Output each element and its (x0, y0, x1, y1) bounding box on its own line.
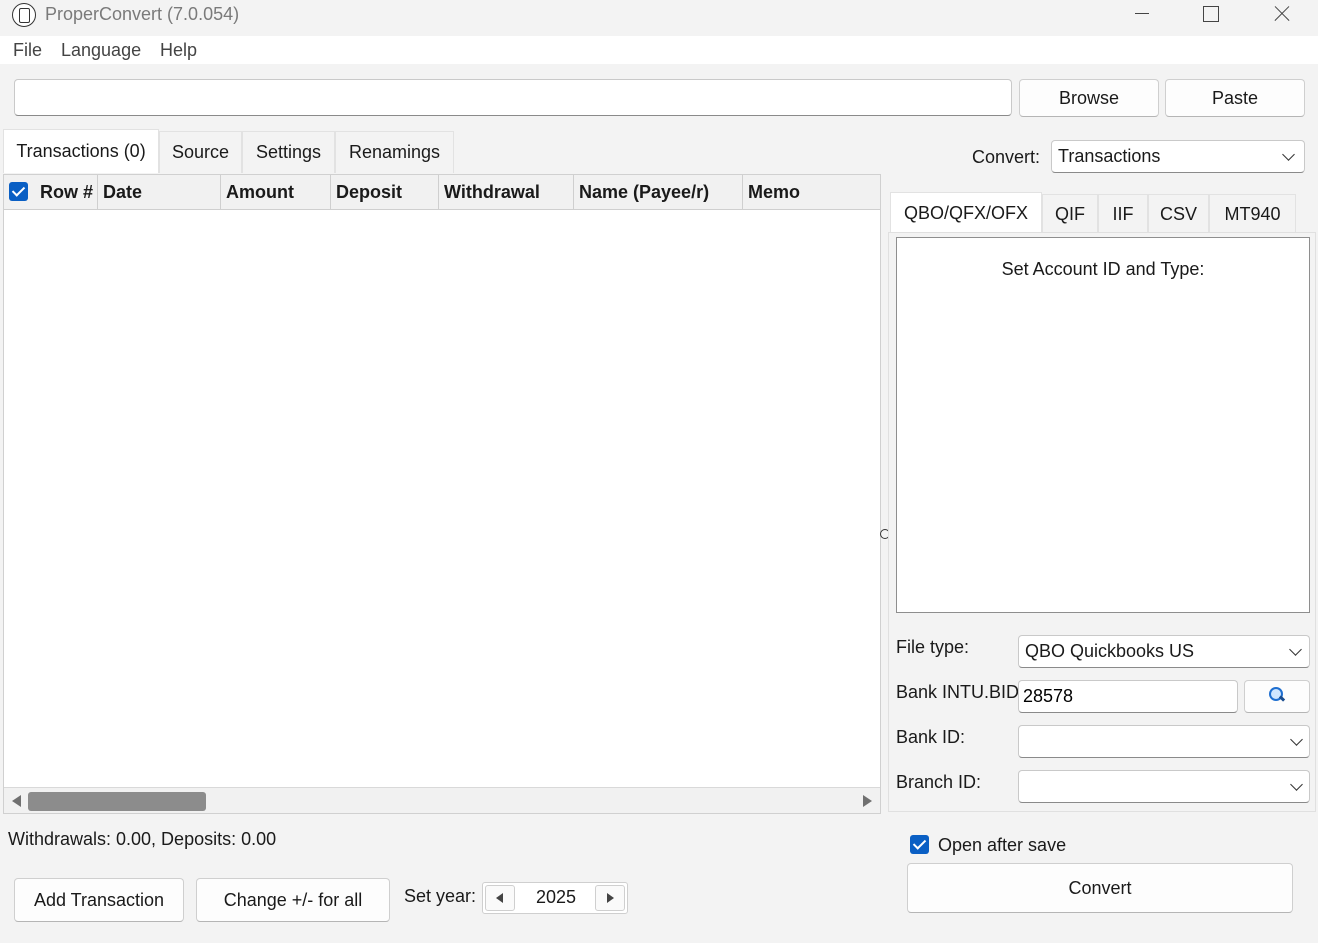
browse-button[interactable]: Browse (1019, 79, 1159, 117)
minimize-button[interactable] (1112, 0, 1172, 30)
menu-file[interactable]: File (13, 40, 42, 61)
convert-label: Convert: (972, 147, 1041, 167)
column-header-date[interactable]: Date (98, 175, 221, 209)
column-header-row[interactable]: Row # (35, 175, 98, 209)
select-all-checkbox[interactable] (9, 182, 28, 201)
menu-bar: File Language Help (0, 36, 1318, 64)
change-sign-button[interactable]: Change +/- for all (196, 878, 390, 922)
tab-iif[interactable]: IIF (1098, 194, 1148, 234)
set-year-label: Set year: (404, 886, 477, 906)
year-stepper[interactable]: 2025 (482, 882, 628, 914)
paste-button[interactable]: Paste (1165, 79, 1305, 117)
triangle-left-icon (496, 893, 503, 903)
branch-id-label: Branch ID: (896, 772, 982, 792)
transactions-grid[interactable]: Row # Date Amount Deposit Withdrawal Nam… (3, 174, 881, 814)
bank-intu-input[interactable] (1018, 680, 1238, 713)
add-transaction-button[interactable]: Add Transaction (14, 878, 184, 922)
tab-renamings[interactable]: Renamings (335, 131, 454, 173)
chevron-down-icon (1290, 778, 1303, 791)
scrollbar-thumb[interactable] (28, 792, 206, 811)
year-value: 2025 (535, 887, 577, 907)
app-logo-icon (12, 3, 36, 27)
totals-status: Withdrawals: 0.00, Deposits: 0.00 (8, 829, 277, 849)
open-after-save-checkbox[interactable] (910, 835, 929, 854)
account-id-title: Set Account ID and Type: (1001, 259, 1205, 279)
year-decrement-button[interactable] (485, 885, 515, 911)
triangle-right-icon (607, 893, 614, 903)
magnifier-icon (1268, 686, 1284, 702)
column-header-memo[interactable]: Memo (743, 175, 880, 209)
maximize-button[interactable] (1180, 0, 1240, 30)
column-header-withdrawal[interactable]: Withdrawal (439, 175, 574, 209)
column-header-name[interactable]: Name (Payee/r) (574, 175, 743, 209)
bank-id-label: Bank ID: (896, 727, 966, 747)
open-after-save-label[interactable]: Open after save (938, 835, 1066, 856)
grid-header: Row # Date Amount Deposit Withdrawal Nam… (4, 175, 880, 210)
convert-type-select[interactable]: Transactions (1051, 140, 1305, 173)
close-button[interactable] (1251, 0, 1311, 30)
horizontal-scrollbar[interactable] (4, 787, 880, 813)
file-type-select[interactable]: QBO Quickbooks US (1018, 635, 1310, 668)
convert-type-value: Transactions (1058, 146, 1161, 166)
file-type-label: File type: (896, 637, 970, 657)
menu-language[interactable]: Language (61, 40, 141, 61)
tab-mt940[interactable]: MT940 (1209, 194, 1296, 234)
bank-id-combo[interactable] (1018, 725, 1310, 758)
column-header-amount[interactable]: Amount (221, 175, 331, 209)
tab-qif[interactable]: QIF (1042, 194, 1098, 234)
chevron-down-icon (1282, 148, 1295, 161)
scroll-left-icon[interactable] (12, 795, 21, 807)
scroll-right-icon[interactable] (863, 795, 872, 807)
chevron-down-icon (1289, 643, 1302, 656)
tab-settings[interactable]: Settings (242, 131, 335, 173)
title-bar: ProperConvert (7.0.054) (0, 0, 1318, 36)
convert-button[interactable]: Convert (907, 863, 1293, 913)
menu-help[interactable]: Help (160, 40, 197, 61)
chevron-down-icon (1290, 733, 1303, 746)
tab-qbo[interactable]: QBO/QFX/OFX (890, 192, 1042, 234)
column-header-deposit[interactable]: Deposit (331, 175, 439, 209)
tab-csv[interactable]: CSV (1148, 194, 1209, 234)
file-type-value: QBO Quickbooks US (1025, 641, 1195, 661)
tab-transactions[interactable]: Transactions (0) (3, 129, 159, 173)
window-title: ProperConvert (7.0.054) (45, 4, 240, 24)
year-increment-button[interactable] (595, 885, 625, 911)
account-id-box: Set Account ID and Type: (896, 237, 1310, 613)
bank-intu-label: Bank INTU.BID: (896, 682, 1025, 702)
branch-id-combo[interactable] (1018, 770, 1310, 803)
file-path-input[interactable] (14, 79, 1012, 116)
tab-source[interactable]: Source (159, 131, 242, 173)
